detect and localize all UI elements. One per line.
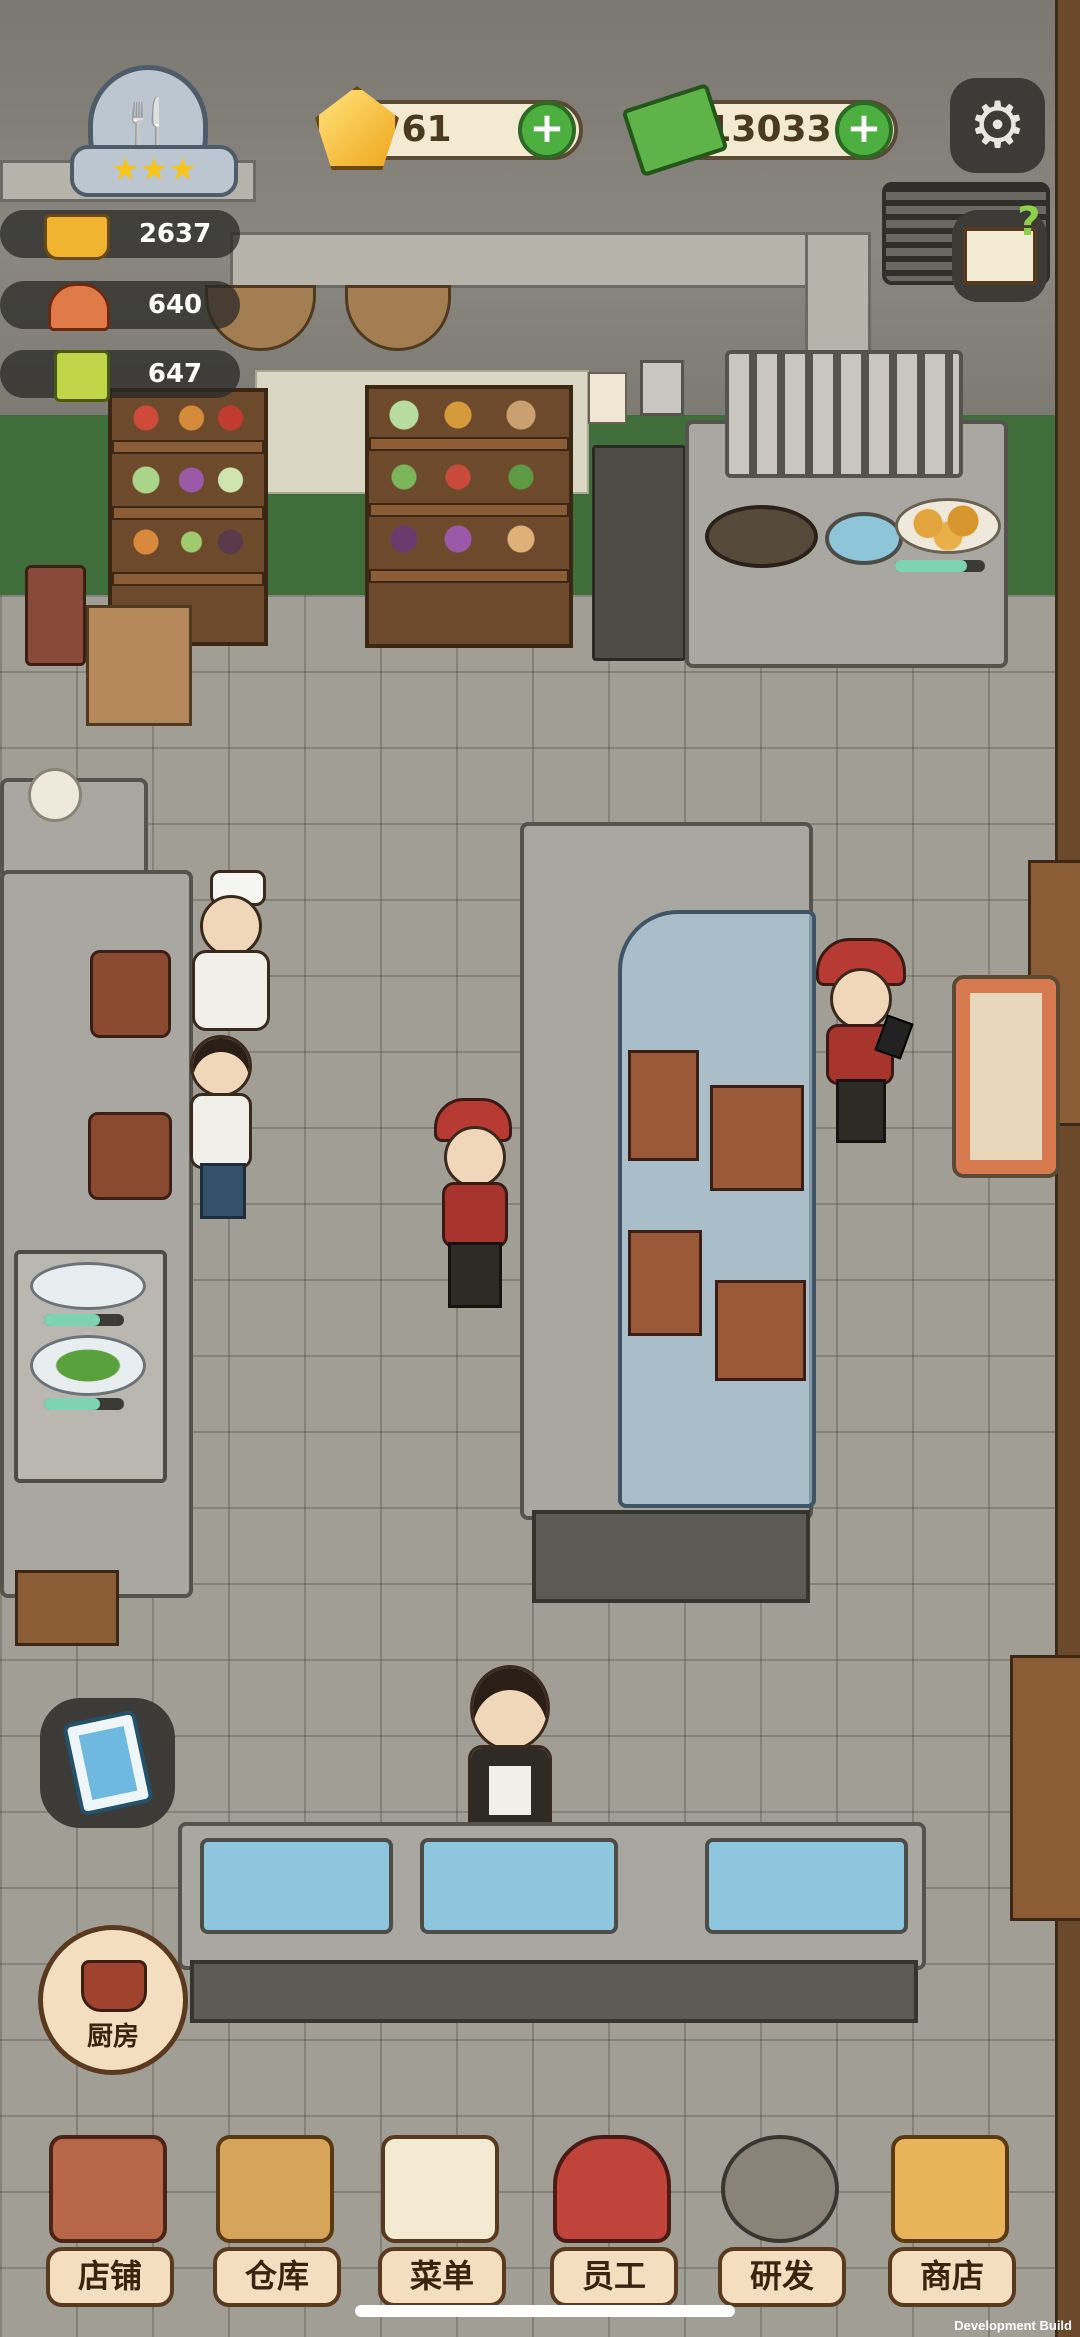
gem-add-button[interactable]: + — [518, 101, 576, 159]
tray-3 — [628, 1230, 702, 1336]
fried-food-plate — [895, 498, 1001, 554]
pot-icon — [81, 1960, 147, 2012]
chef-upper — [180, 870, 270, 1031]
plate-stack — [28, 768, 82, 822]
spice-rack — [592, 445, 686, 661]
stove-progress — [895, 560, 985, 572]
sink-base — [190, 1960, 918, 2023]
chef-lower — [170, 1015, 260, 1220]
waiter-right — [812, 938, 914, 1143]
settings-button[interactable]: ⚙ — [950, 78, 1045, 173]
fish-progress — [44, 1314, 124, 1326]
kitchen-button[interactable]: 厨房 — [38, 1925, 188, 2075]
fish-plate — [30, 1262, 146, 1310]
nav-staff[interactable]: 员工 — [542, 2135, 682, 2307]
warehouse-icon — [216, 2135, 334, 2243]
store-icon — [891, 2135, 1009, 2243]
nav-store-label: 商店 — [888, 2247, 1016, 2307]
tray-4 — [715, 1280, 806, 1381]
nav-warehouse[interactable]: 仓库 — [205, 2135, 345, 2307]
home-indicator[interactable] — [355, 2305, 735, 2317]
cash-add-button[interactable]: + — [835, 101, 893, 159]
book-help-icon: ? — [962, 199, 1041, 285]
range-hood — [725, 350, 963, 478]
nav-research-label: 研发 — [718, 2247, 846, 2307]
stat-service: 640 — [0, 281, 240, 331]
floor-mat — [952, 975, 1060, 1178]
rating-stars: ★★★ — [70, 145, 238, 197]
research-icon — [721, 2135, 839, 2243]
sink-basin-2 — [420, 1838, 618, 1934]
crate — [15, 1570, 119, 1646]
water-pot — [825, 512, 903, 565]
sink-basin-3 — [705, 1838, 908, 1934]
ceiling-duct-drop — [805, 232, 871, 358]
nav-staff-label: 员工 — [550, 2247, 678, 2307]
nav-shop[interactable]: 店铺 — [38, 2135, 178, 2307]
egg-crates — [86, 605, 192, 726]
stat-recipes-value: 647 — [147, 359, 203, 389]
wall-note — [588, 372, 627, 424]
nav-research[interactable]: 研发 — [710, 2135, 850, 2307]
kitchen-button-label: 厨房 — [86, 2022, 139, 2052]
cutting-board-bottom — [88, 1112, 172, 1200]
greens-progress — [44, 1398, 124, 1410]
head-chef — [458, 1665, 558, 1836]
gear-icon: ⚙ — [968, 88, 1027, 163]
nav-shop-label: 店铺 — [46, 2247, 174, 2307]
staff-icon — [553, 2135, 671, 2243]
task-list-button[interactable] — [40, 1698, 175, 1828]
right-wall-door-lower — [1010, 1655, 1080, 1921]
stat-dishes: 2637 — [0, 210, 240, 260]
restaurant-rating-badge[interactable]: 🍴 ★★★ — [50, 60, 245, 197]
recipe-book-icon — [54, 350, 110, 402]
ceiling-duct-long — [230, 232, 866, 288]
greens-plate — [30, 1335, 146, 1396]
glass-display — [618, 910, 816, 1508]
wall-dispenser — [640, 360, 684, 416]
guide-button[interactable]: ? — [952, 199, 1047, 302]
development-build-label: Development Build — [954, 2318, 1072, 2333]
nav-menu[interactable]: 菜单 — [370, 2135, 510, 2307]
tray-1 — [628, 1050, 699, 1161]
cloche-icon — [48, 283, 110, 331]
tray-2 — [710, 1085, 804, 1191]
menu-icon — [381, 2135, 499, 2243]
nav-menu-label: 菜单 — [378, 2247, 506, 2307]
stat-service-value: 640 — [147, 290, 203, 320]
sink-basin-1 — [200, 1838, 393, 1934]
pot-icon — [44, 214, 110, 260]
stat-dishes-value: 2637 — [138, 219, 212, 249]
stat-recipes: 647 — [0, 350, 240, 402]
cabinet-base — [532, 1510, 810, 1603]
cutting-board-top — [90, 950, 171, 1038]
shop-icon — [49, 2135, 167, 2243]
storage-buckets — [25, 565, 86, 666]
nav-store[interactable]: 商店 — [880, 2135, 1020, 2307]
produce-shelf-right — [365, 385, 573, 648]
nav-warehouse-label: 仓库 — [213, 2247, 341, 2307]
waiter-center — [430, 1098, 525, 1308]
clipboard-icon — [61, 1709, 154, 1817]
wok — [705, 505, 818, 568]
